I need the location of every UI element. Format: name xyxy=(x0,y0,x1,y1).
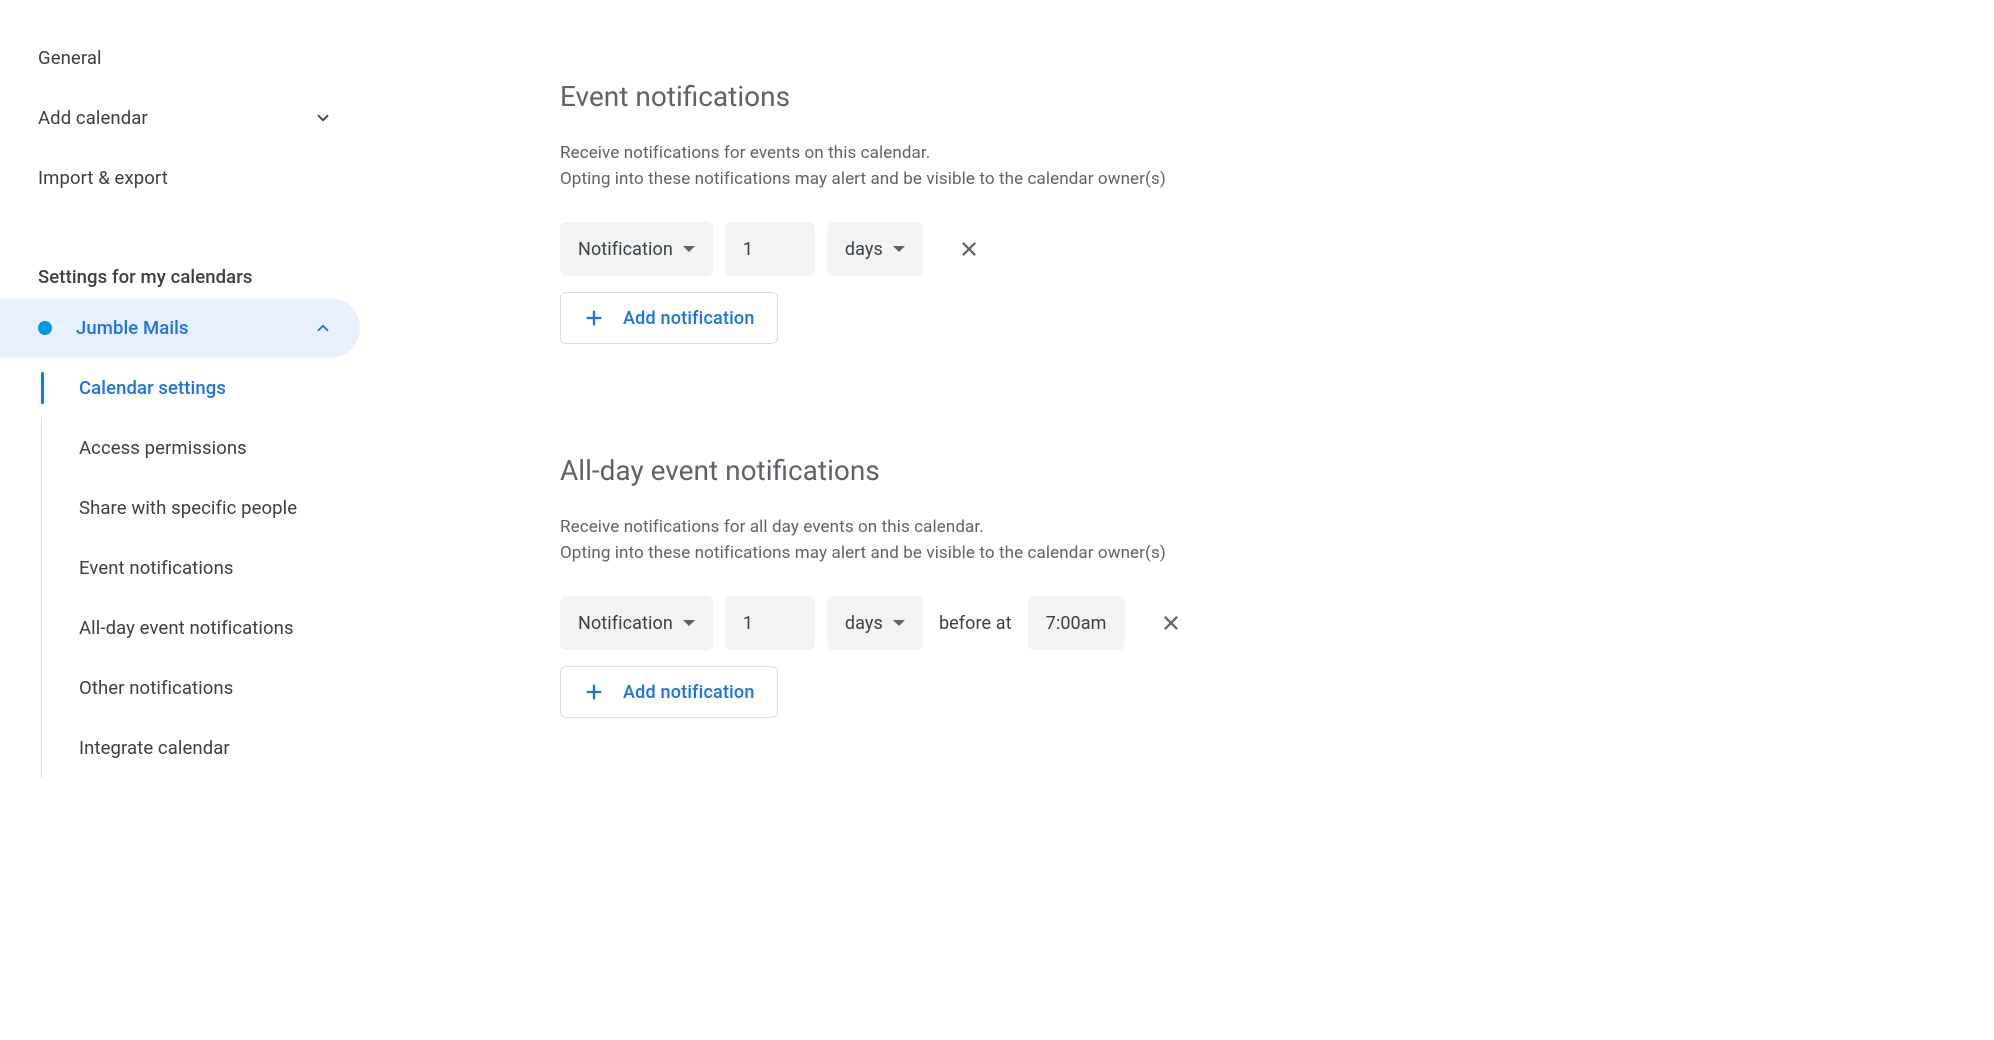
desc-line: Opting into these notifications may aler… xyxy=(560,169,1166,189)
add-button-label: Add notification xyxy=(623,308,755,329)
nav-import-export[interactable]: Import & export xyxy=(38,148,360,208)
sub-item-integrate-calendar[interactable]: Integrate calendar xyxy=(41,718,360,778)
dropdown-value: days xyxy=(845,613,883,634)
notification-type-dropdown[interactable]: Notification xyxy=(560,596,713,650)
section-event-notifications: Event notifications Receive notification… xyxy=(560,80,1260,344)
sub-item-label: Calendar settings xyxy=(79,377,226,399)
sub-item-event-notifications[interactable]: Event notifications xyxy=(41,538,360,598)
close-icon xyxy=(1160,612,1182,634)
calendar-color-dot xyxy=(38,321,52,335)
remove-notification-button[interactable] xyxy=(947,227,991,271)
add-notification-button[interactable]: Add notification xyxy=(560,292,778,344)
settings-sidebar: General Add calendar Import & export Set… xyxy=(0,0,360,1040)
sub-item-label: All-day event notifications xyxy=(79,617,294,639)
notification-row: Notification days before at 7:00am xyxy=(560,596,1260,650)
sub-item-calendar-settings[interactable]: Calendar settings xyxy=(41,358,360,418)
nav-label: General xyxy=(38,47,102,69)
section-title: All-day event notifications xyxy=(560,454,1260,487)
nav-label: Import & export xyxy=(38,167,168,189)
calendar-item-jumble-mails[interactable]: Jumble Mails xyxy=(0,298,360,358)
remove-notification-button[interactable] xyxy=(1149,601,1193,645)
section-header-my-calendars: Settings for my calendars xyxy=(0,208,360,298)
section-allday-event-notifications: All-day event notifications Receive noti… xyxy=(560,454,1260,718)
desc-line: Receive notifications for events on this… xyxy=(560,143,930,163)
section-title: Event notifications xyxy=(560,80,1260,113)
caret-down-icon xyxy=(893,246,905,252)
dropdown-value: Notification xyxy=(578,613,673,634)
add-notification-button[interactable]: Add notification xyxy=(560,666,778,718)
before-at-label: before at xyxy=(935,613,1016,634)
plus-icon xyxy=(583,307,605,329)
sub-item-label: Access permissions xyxy=(79,437,247,459)
notification-value-input[interactable] xyxy=(725,222,815,276)
desc-line: Opting into these notifications may aler… xyxy=(560,543,1166,563)
notification-type-dropdown[interactable]: Notification xyxy=(560,222,713,276)
notification-unit-dropdown[interactable]: days xyxy=(827,596,923,650)
caret-down-icon xyxy=(893,620,905,626)
chevron-up-icon xyxy=(314,319,332,337)
section-description: Receive notifications for events on this… xyxy=(560,141,1260,192)
sub-item-label: Other notifications xyxy=(79,677,233,699)
notification-time-picker[interactable]: 7:00am xyxy=(1028,596,1125,650)
plus-icon xyxy=(583,681,605,703)
nav-general[interactable]: General xyxy=(38,28,360,88)
close-icon xyxy=(958,238,980,260)
top-nav: General Add calendar Import & export xyxy=(0,28,360,208)
caret-down-icon xyxy=(683,620,695,626)
dropdown-value: days xyxy=(845,239,883,260)
calendar-name-label: Jumble Mails xyxy=(76,317,314,339)
notification-row: Notification days xyxy=(560,222,1260,276)
section-description: Receive notifications for all day events… xyxy=(560,515,1260,566)
chevron-down-icon xyxy=(314,109,332,127)
sub-item-label: Integrate calendar xyxy=(79,737,230,759)
sub-item-label: Share with specific people xyxy=(79,497,297,519)
add-button-label: Add notification xyxy=(623,682,755,703)
sub-item-label: Event notifications xyxy=(79,557,234,579)
main-content: Event notifications Receive notification… xyxy=(360,0,1994,1040)
desc-line: Receive notifications for all day events… xyxy=(560,517,984,537)
notification-value-input[interactable] xyxy=(725,596,815,650)
nav-add-calendar[interactable]: Add calendar xyxy=(38,88,360,148)
calendar-sub-nav: Calendar settings Access permissions Sha… xyxy=(0,358,360,778)
caret-down-icon xyxy=(683,246,695,252)
dropdown-value: Notification xyxy=(578,239,673,260)
nav-label: Add calendar xyxy=(38,107,148,129)
time-value: 7:00am xyxy=(1046,613,1107,634)
sub-item-share-specific-people[interactable]: Share with specific people xyxy=(41,478,360,538)
sub-item-other-notifications[interactable]: Other notifications xyxy=(41,658,360,718)
sub-item-access-permissions[interactable]: Access permissions xyxy=(41,418,360,478)
sub-item-allday-event-notifications[interactable]: All-day event notifications xyxy=(41,598,360,658)
notification-unit-dropdown[interactable]: days xyxy=(827,222,923,276)
